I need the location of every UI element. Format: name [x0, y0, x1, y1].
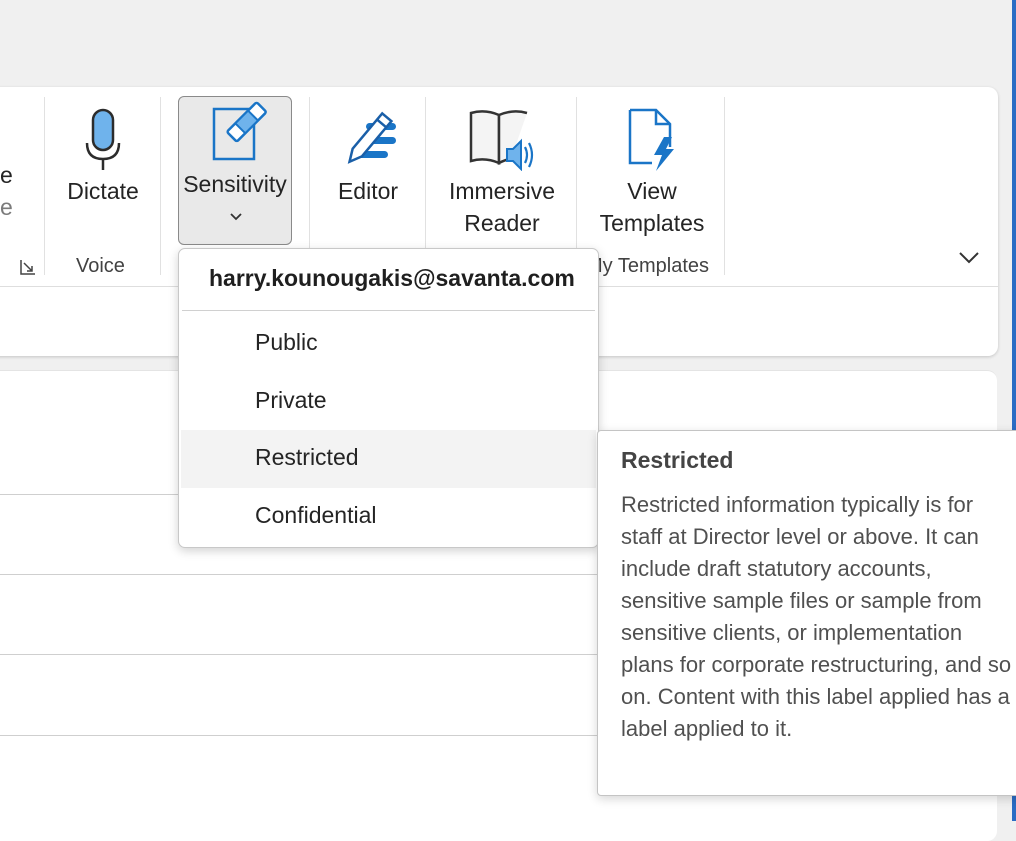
- menu-item-label: Confidential: [255, 502, 377, 528]
- group-separator: [44, 97, 45, 275]
- sensitivity-icon: [211, 101, 267, 168]
- immersive-reader-button[interactable]: Immersive Reader: [444, 97, 560, 239]
- menu-item-private[interactable]: Private: [181, 373, 596, 431]
- restricted-tooltip: Restricted Restricted information typica…: [597, 430, 1016, 796]
- editor-button[interactable]: Editor: [332, 97, 404, 207]
- menu-item-confidential[interactable]: Confidential: [181, 488, 596, 546]
- menu-separator: [182, 310, 595, 311]
- editor-label: Editor: [337, 178, 399, 204]
- collapse-ribbon-chevron-icon[interactable]: [958, 251, 980, 270]
- voice-group-label: Voice: [76, 255, 125, 277]
- tooltip-title: Restricted: [621, 447, 734, 473]
- partial-ribbon-button[interactable]: e e: [0, 159, 14, 223]
- chevron-down-icon: [229, 209, 243, 227]
- menu-item-restricted[interactable]: Restricted: [181, 430, 596, 488]
- menu-item-label: Restricted: [255, 444, 359, 470]
- immersive-reader-icon: [467, 97, 537, 171]
- partial-button-label: e: [0, 162, 13, 188]
- tooltip-body: Restricted information typically is for …: [621, 492, 1012, 741]
- view-templates-label-line1: View: [627, 178, 677, 204]
- group-separator: [160, 97, 161, 275]
- sensitivity-button[interactable]: Sensitivity: [178, 96, 292, 245]
- my-templates-group-label: My Templates: [586, 255, 710, 277]
- view-templates-button[interactable]: View Templates: [592, 97, 712, 239]
- immersive-reader-label-line1: Immersive: [448, 178, 556, 204]
- view-templates-label-line2: Templates: [599, 210, 705, 236]
- account-email: harry.kounougakis@savanta.com: [209, 265, 575, 291]
- sensitivity-label: Sensitivity: [183, 171, 287, 197]
- dictate-button[interactable]: Dictate: [64, 97, 142, 207]
- partial-button-label-2: e: [0, 194, 13, 220]
- dialog-launcher-icon[interactable]: [20, 259, 36, 275]
- menu-item-label: Private: [255, 387, 327, 413]
- menu-item-public[interactable]: Public: [181, 315, 596, 373]
- sensitivity-dropdown-menu: harry.kounougakis@savanta.com Public Pri…: [178, 248, 599, 548]
- microphone-icon: [83, 97, 123, 171]
- templates-icon: [624, 97, 680, 171]
- menu-item-label: Public: [255, 329, 318, 355]
- group-separator: [724, 97, 725, 275]
- editor-pen-icon: [336, 97, 400, 171]
- immersive-reader-label-line2: Reader: [464, 210, 540, 236]
- dictate-label: Dictate: [67, 178, 139, 204]
